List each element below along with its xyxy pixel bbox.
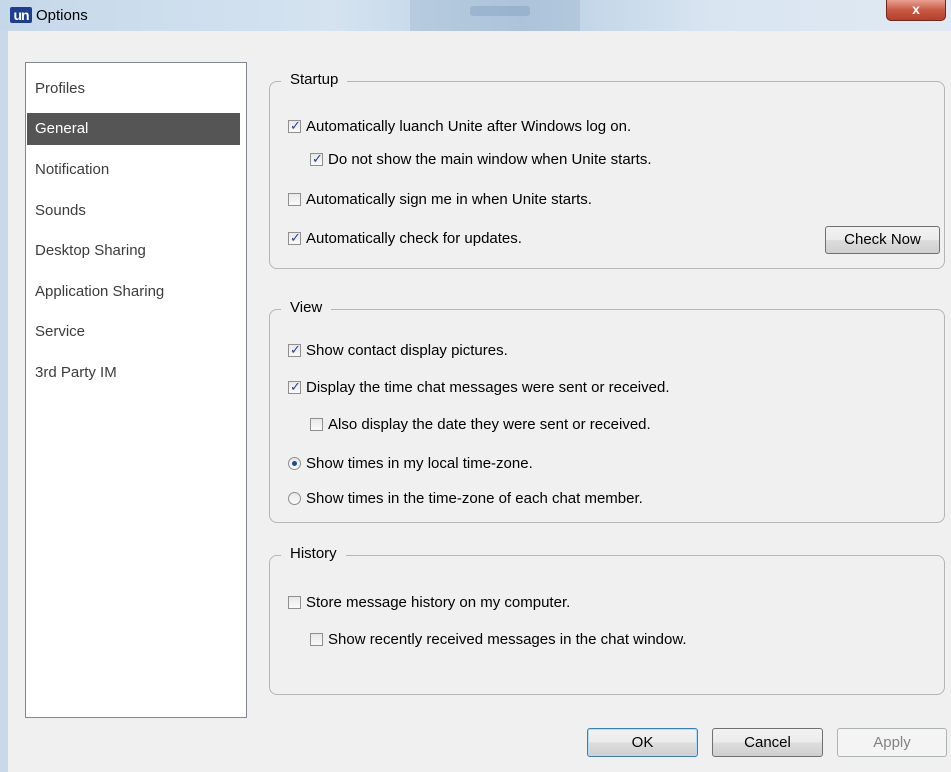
show-time-label: Display the time chat messages were sent… [306,379,670,396]
auto-launch-checkbox[interactable] [288,117,301,137]
show-recent-label: Show recently received messages in the c… [328,631,687,648]
titlebar-background-glass-highlight [470,6,530,16]
sidebar-item-general[interactable]: General [27,113,240,145]
sidebar-item-service[interactable]: Service [27,316,240,348]
cancel-button[interactable]: Cancel [712,728,823,757]
show-date-label: Also display the date they were sent or … [328,416,651,433]
title-bar[interactable]: un Options x [0,0,951,31]
category-list: Profiles General Notification Sounds Des… [25,62,247,718]
member-timezone-radio[interactable] [288,492,301,505]
unite-logo-icon: un [10,7,32,23]
apply-button[interactable]: Apply [837,728,947,757]
history-group [269,555,945,695]
show-recent-checkbox[interactable] [310,633,323,646]
ok-button[interactable]: OK [587,728,698,757]
window-left-border [0,31,8,772]
window-title: Options [36,7,88,24]
local-timezone-radio[interactable] [288,457,301,470]
auto-sign-in-label: Automatically sign me in when Unite star… [306,191,592,208]
sidebar-item-application-sharing[interactable]: Application Sharing [27,276,240,308]
auto-sign-in-checkbox[interactable] [288,193,301,206]
member-timezone-label: Show times in the time-zone of each chat… [306,490,643,507]
sidebar-item-notification[interactable]: Notification [27,154,240,186]
local-timezone-label: Show times in my local time-zone. [306,455,533,472]
sidebar-item-profiles[interactable]: Profiles [27,73,240,105]
show-pictures-label: Show contact display pictures. [306,342,508,359]
hide-main-window-label: Do not show the main window when Unite s… [328,151,652,168]
close-icon: x [912,1,920,17]
auto-update-checkbox[interactable] [288,229,301,249]
check-now-button[interactable]: Check Now [825,226,940,254]
auto-update-label: Automatically check for updates. [306,230,522,247]
startup-group-title: Startup [281,71,348,88]
sidebar-item-desktop-sharing[interactable]: Desktop Sharing [27,235,240,267]
sidebar-item-3rd-party-im[interactable]: 3rd Party IM [27,357,240,389]
view-group-title: View [281,299,332,316]
history-group-title: History [281,545,346,562]
store-history-label: Store message history on my computer. [306,594,571,611]
hide-main-window-checkbox[interactable] [310,150,323,170]
auto-launch-label: Automatically luanch Unite after Windows… [306,118,632,135]
store-history-checkbox[interactable] [288,596,301,609]
show-pictures-checkbox[interactable] [288,341,301,361]
show-time-checkbox[interactable] [288,378,301,398]
close-button[interactable]: x [886,0,946,21]
show-date-checkbox[interactable] [310,418,323,431]
sidebar-item-sounds[interactable]: Sounds [27,195,240,227]
